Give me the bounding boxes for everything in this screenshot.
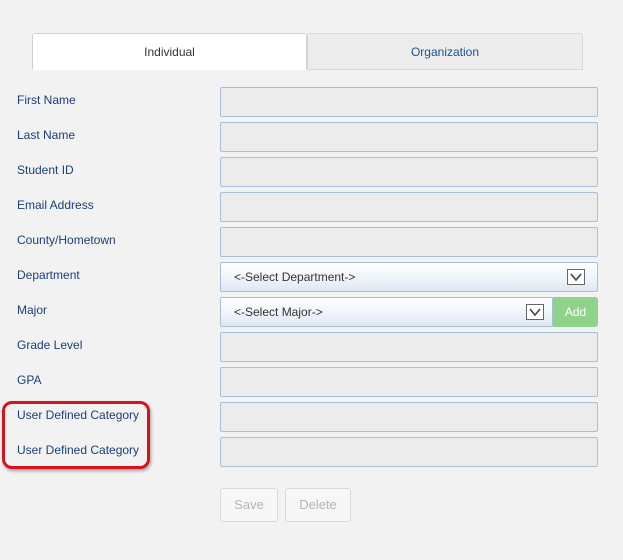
- student-id-field[interactable]: [220, 157, 598, 187]
- user-defined-1-label: User Defined Category: [17, 408, 140, 422]
- tab-individual[interactable]: Individual: [32, 33, 307, 70]
- last-name-label: Last Name: [17, 128, 76, 142]
- tab-organization[interactable]: Organization: [307, 33, 583, 70]
- county-label: County/Hometown: [17, 233, 116, 247]
- user-defined-1-field[interactable]: [220, 402, 598, 432]
- county-field[interactable]: [220, 227, 598, 257]
- user-defined-2-row: User Defined Category: [0, 437, 623, 467]
- major-select[interactable]: <-Select Major->: [220, 297, 553, 327]
- user-defined-2-field[interactable]: [220, 437, 598, 467]
- chevron-down-icon[interactable]: [526, 304, 544, 320]
- major-label: Major: [17, 303, 48, 317]
- department-select-value: <-Select Department->: [234, 270, 356, 284]
- major-row: Major <-Select Major-> Add: [0, 297, 623, 327]
- gpa-label: GPA: [17, 373, 42, 387]
- department-row: Department <-Select Department->: [0, 262, 623, 292]
- student-id-row: Student ID: [0, 157, 623, 187]
- email-row: Email Address: [0, 192, 623, 222]
- last-name-row: Last Name: [0, 122, 623, 152]
- grade-level-field[interactable]: [220, 332, 598, 362]
- major-select-value: <-Select Major->: [234, 305, 323, 319]
- first-name-field[interactable]: [220, 87, 598, 117]
- department-select[interactable]: <-Select Department->: [220, 262, 598, 292]
- student-id-label: Student ID: [17, 163, 74, 177]
- tab-bar: Individual Organization: [32, 33, 583, 71]
- department-label: Department: [17, 268, 80, 282]
- email-label: Email Address: [17, 198, 94, 212]
- add-major-button[interactable]: Add: [553, 297, 598, 327]
- grade-level-label: Grade Level: [17, 338, 83, 352]
- gpa-row: GPA: [0, 367, 623, 397]
- first-name-label: First Name: [17, 93, 76, 107]
- email-field[interactable]: [220, 192, 598, 222]
- county-row: County/Hometown: [0, 227, 623, 257]
- first-name-row: First Name: [0, 87, 623, 117]
- grade-level-row: Grade Level: [0, 332, 623, 362]
- delete-button[interactable]: Delete: [285, 488, 351, 522]
- user-defined-2-label: User Defined Category: [17, 443, 140, 457]
- last-name-field[interactable]: [220, 122, 598, 152]
- chevron-down-icon[interactable]: [567, 269, 585, 285]
- save-button[interactable]: Save: [220, 488, 278, 522]
- gpa-field[interactable]: [220, 367, 598, 397]
- user-defined-1-row: User Defined Category: [0, 402, 623, 432]
